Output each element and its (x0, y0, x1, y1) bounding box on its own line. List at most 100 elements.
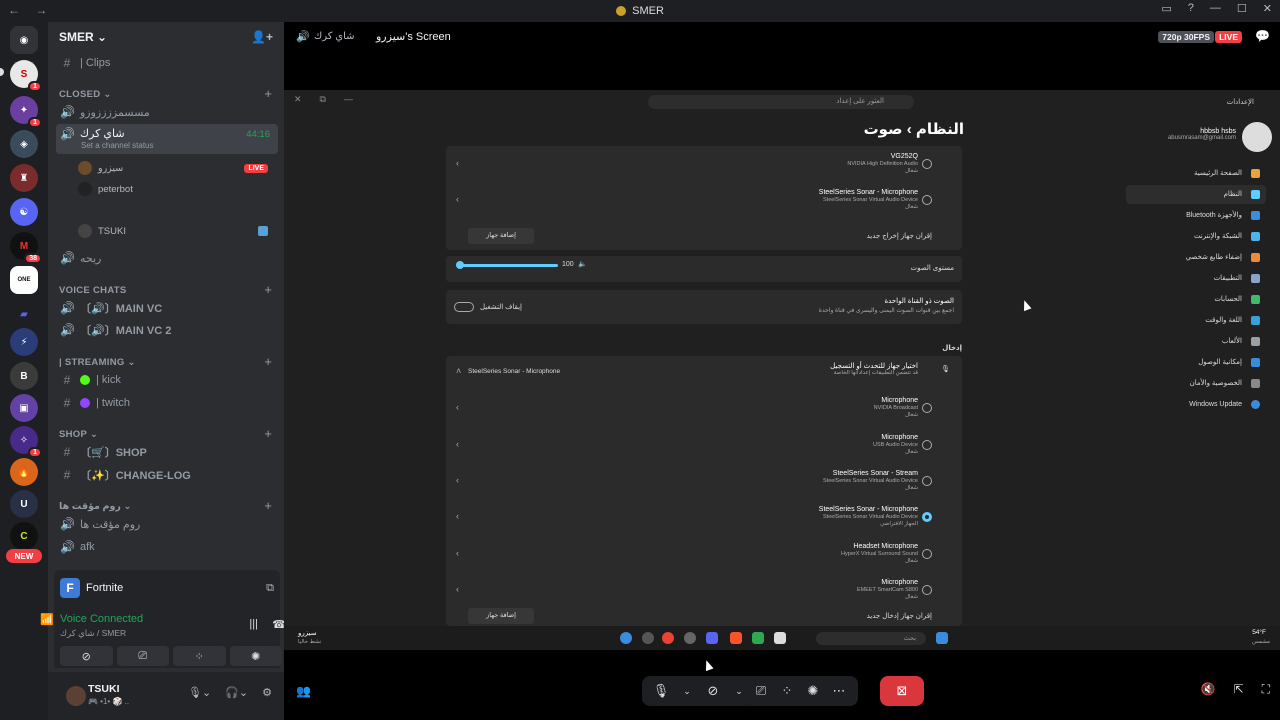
user-name[interactable]: TSUKI (88, 683, 120, 695)
voice-user[interactable]: peterbot (78, 179, 274, 199)
text-channel[interactable]: # 〔🛒〕SHOP (56, 442, 278, 462)
server-icon[interactable]: ◈ (10, 130, 38, 158)
voice-channel[interactable]: 🔊 afk (56, 537, 278, 557)
minimize-icon[interactable]: — (1210, 2, 1221, 15)
discord-home-icon[interactable]: ◉ (10, 26, 38, 54)
server-icon[interactable]: ✦ 1 (10, 96, 42, 128)
input-device-row[interactable]: ‹ Headset Microphone HyperX Virtual Surrou… (446, 536, 962, 572)
category-temp[interactable]: روم مؤقت ها ⌄ (59, 501, 132, 512)
fire-server-icon[interactable]: 🔥 (10, 458, 38, 486)
chevron-down-icon[interactable]: ⌄ (676, 686, 698, 697)
taskbar-search[interactable]: بحث (816, 632, 926, 645)
input-device-row[interactable]: ‹ SteelSeries Sonar - Stream SteelSeries S… (446, 463, 962, 499)
brave-icon[interactable] (730, 632, 742, 644)
nav-gaming[interactable]: الألعاب (1126, 332, 1266, 351)
add-people-icon[interactable]: 👥 (296, 684, 311, 698)
avatar[interactable] (66, 686, 86, 706)
activity-share-icon[interactable]: ⧉ (266, 582, 274, 595)
soundboard-button[interactable]: ✺ (229, 646, 282, 666)
close-icon[interactable]: ✕ (1263, 2, 1272, 15)
soundboard-icon[interactable]: ✺ (802, 683, 824, 699)
speaker-icon[interactable]: 🔈 (578, 260, 587, 268)
screen-share-icon[interactable]: ⎚ (750, 683, 772, 699)
mono-toggle[interactable] (454, 302, 474, 312)
twitch-server-icon[interactable]: ▣ (10, 394, 38, 422)
category-closed[interactable]: CLOSED ⌄ (59, 89, 112, 100)
account-avatar[interactable] (1242, 122, 1272, 152)
add-channel-icon[interactable]: + (264, 282, 272, 297)
add-input-device-button[interactable]: إضافة جهاز (468, 608, 534, 624)
voice-user[interactable]: سيزرو LIVE (78, 158, 274, 178)
nav-network[interactable]: الشبكة والإنترنت (1126, 227, 1266, 246)
nav-bluetooth[interactable]: Bluetooth والأجهزة (1126, 206, 1266, 225)
nav-windows-update[interactable]: Windows Update (1126, 395, 1266, 414)
nav-apps[interactable]: التطبيقات (1126, 269, 1266, 288)
maximize-icon[interactable]: ☐ (1237, 2, 1247, 15)
server-icon[interactable]: S1 (10, 60, 42, 92)
mic-icon[interactable]: 🎙 (650, 683, 672, 699)
mic-icon[interactable]: 🎙⌄ (188, 686, 211, 699)
voice-channel[interactable]: 🔊 مسسمززززوزو (56, 102, 278, 122)
output-device-row[interactable]: ‹ VG252Q NVIDIA High Definition Audio شغ… (446, 146, 962, 182)
settings-search[interactable]: العثور على إعداد (648, 95, 914, 109)
radio-button-selected[interactable] (922, 512, 932, 522)
input-device-row[interactable]: ‹ Microphone USB Audio Device شغال (446, 427, 962, 463)
voice-channel[interactable]: 🔊 〔🔊〕MAIN VC 2 (56, 320, 278, 340)
radio-button[interactable] (922, 159, 932, 169)
history-nav[interactable]: ← → (8, 3, 53, 17)
server-icon[interactable]: ONE (10, 266, 38, 294)
activity-row[interactable]: F Fortnite ⧉ (60, 570, 284, 606)
category-shop[interactable]: SHOP ⌄ (59, 429, 98, 440)
input-choose-row[interactable]: ˄ SteelSeries Sonar - Microphone اختيار … (446, 356, 962, 388)
voice-channel[interactable]: 🔊 روم مؤقت ها (56, 514, 278, 534)
add-channel-icon[interactable]: + (264, 86, 272, 101)
volume-mute-icon[interactable]: 🔇 (1201, 682, 1216, 697)
input-device-row[interactable]: ‹ Microphone NVIDIA Broadcast شغال (446, 390, 962, 426)
leave-call-button[interactable]: ⊠ (880, 676, 924, 706)
folder-icon[interactable]: ▰ (10, 300, 38, 328)
text-channel[interactable]: # | kick (56, 370, 278, 390)
volume-slider[interactable] (458, 264, 558, 267)
server-icon[interactable]: ☯ (10, 198, 38, 226)
nav-home[interactable]: الصفحة الرئيسية (1126, 164, 1266, 183)
radio-button[interactable] (922, 195, 932, 205)
server-header[interactable]: SMER ⌄ 👤+ (48, 22, 284, 52)
chat-icon[interactable]: 💬 (1255, 29, 1270, 43)
voice-channel[interactable]: 🔊 ريحه (56, 248, 278, 268)
input-device-row[interactable]: ‹ Microphone EMEET SmartCam S800 شغال (446, 572, 962, 608)
voice-channel[interactable]: 🔊 〔🔊〕MAIN VC (56, 298, 278, 318)
noise-suppression-icon[interactable]: ||| (249, 618, 258, 630)
camera-off-button[interactable]: ⊘ (60, 646, 113, 666)
output-device-row[interactable]: ‹ SteelSeries Sonar - Microphone SteelSe… (446, 182, 962, 218)
app-taskbar-icon[interactable] (752, 632, 764, 644)
headphones-icon[interactable]: 🎧⌄ (225, 686, 248, 699)
camera-off-icon[interactable]: ⊘ (702, 683, 724, 699)
server-icon[interactable]: U (10, 490, 38, 518)
nav-personalization[interactable]: إضفاء طابع شخصي (1126, 248, 1266, 267)
add-channel-icon[interactable]: + (264, 426, 272, 441)
text-channel[interactable]: # | twitch (56, 393, 278, 413)
radio-button[interactable] (922, 549, 932, 559)
settings-taskbar-icon[interactable] (620, 632, 632, 644)
settings-gear-icon[interactable]: ⚙ (262, 686, 272, 699)
popout-icon[interactable]: ⇱ (1234, 682, 1244, 697)
server-icon[interactable]: M 38 (10, 232, 42, 264)
radio-button[interactable] (922, 585, 932, 595)
help-icon[interactable]: ? (1188, 2, 1194, 15)
steam-icon[interactable] (684, 632, 696, 644)
voice-user[interactable]: TSUKI (78, 221, 274, 241)
restore-icon[interactable]: ⧉ (320, 94, 326, 105)
file-explorer-icon[interactable] (774, 632, 786, 644)
add-output-device-button[interactable]: إضافة جهاز (468, 228, 534, 244)
radio-button[interactable] (922, 476, 932, 486)
discord-taskbar-icon[interactable] (706, 632, 718, 644)
close-icon[interactable]: ✕ (294, 94, 302, 105)
minimize-icon[interactable]: — (344, 94, 353, 105)
more-icon[interactable]: ⋯ (828, 683, 850, 699)
server-icon[interactable]: ✧ 1 (10, 426, 42, 458)
channel-clips[interactable]: # | Clips (56, 53, 278, 73)
volume-thumb[interactable] (456, 261, 464, 269)
inbox-icon[interactable]: ▭ (1161, 2, 1171, 15)
channel-status-input[interactable]: Set a channel status (81, 141, 154, 150)
windows-start-icon[interactable] (936, 632, 948, 644)
